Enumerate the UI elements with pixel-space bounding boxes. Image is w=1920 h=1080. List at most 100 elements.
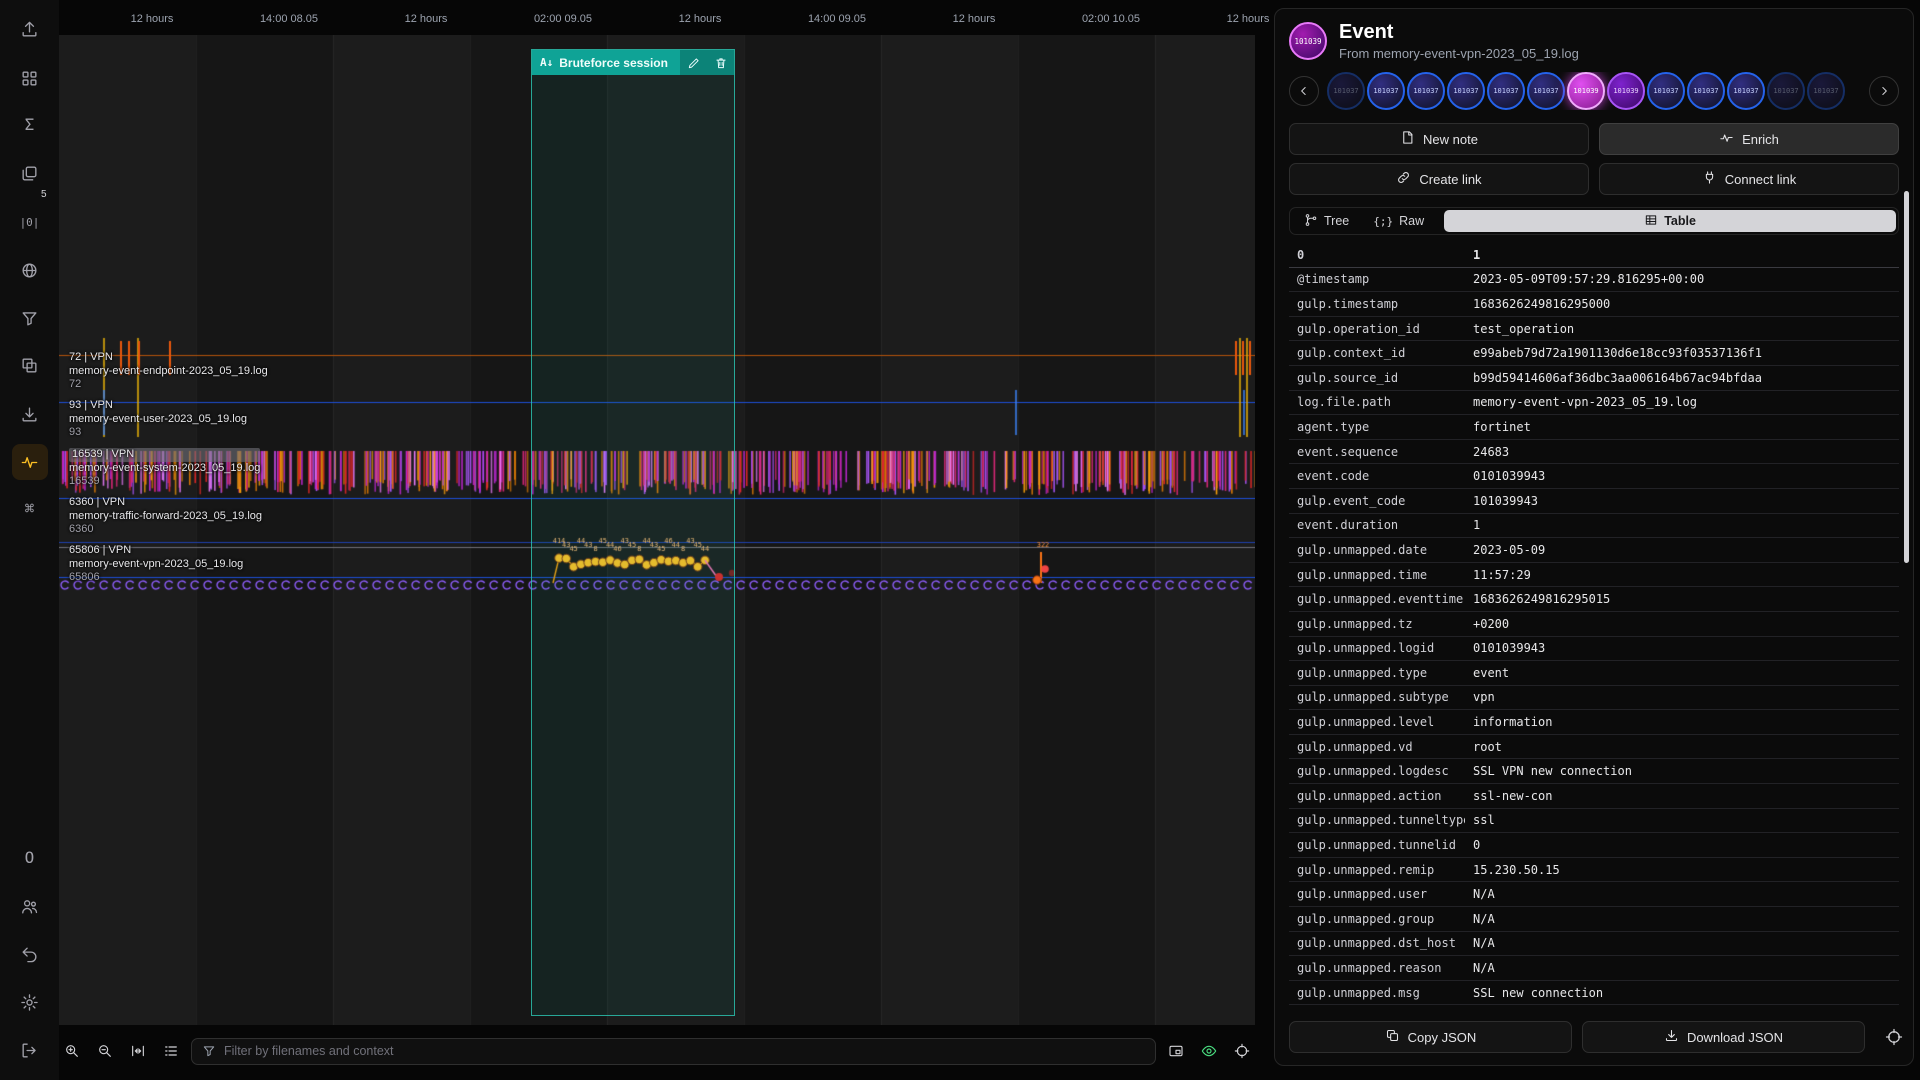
kv-row[interactable]: gulp.unmapped.subtypevpn (1289, 686, 1899, 711)
logout-icon[interactable] (12, 1032, 48, 1068)
kv-row[interactable]: gulp.unmapped.reasonN/A (1289, 956, 1899, 981)
kv-row[interactable]: gulp.unmapped.typeevent (1289, 661, 1899, 686)
annotation-edit-button[interactable] (680, 50, 707, 75)
upload-icon[interactable] (12, 11, 48, 47)
kv-row[interactable]: gulp.unmapped.logdescSSL VPN new connect… (1289, 759, 1899, 784)
kv-row[interactable]: gulp.unmapped.msgSSL new connection (1289, 981, 1899, 1006)
zero-brackets-icon[interactable]: |0| (12, 204, 48, 240)
carousel-prev-button[interactable] (1289, 76, 1319, 106)
kv-row[interactable]: event.sequence24683 (1289, 440, 1899, 465)
kv-row[interactable]: gulp.unmapped.date2023-05-09 (1289, 538, 1899, 563)
filter-funnel-icon[interactable] (12, 300, 48, 336)
source-row-label[interactable]: 6360 | VPNmemory-traffic-forward-2023_05… (69, 496, 262, 537)
carousel-avatars: 1010371010371010371010371010371010371010… (1327, 72, 1861, 110)
fit-range-icon[interactable] (125, 1038, 151, 1064)
kv-row[interactable]: gulp.unmapped.actionssl-new-con (1289, 784, 1899, 809)
locate-icon[interactable] (1229, 1038, 1255, 1064)
zoom-out-icon[interactable] (92, 1038, 118, 1064)
event-avatar: 101039 (1289, 22, 1327, 60)
source-row-label[interactable]: 16539 | VPNmemory-event-system-2023_05_1… (69, 448, 260, 489)
source-row-label[interactable]: 93 | VPNmemory-event-user-2023_05_19.log… (69, 399, 247, 440)
tab-tree[interactable]: Tree (1292, 210, 1361, 232)
filter-input[interactable] (224, 1044, 1145, 1058)
kv-row[interactable]: gulp.event_code101039943 (1289, 489, 1899, 514)
carousel-next-button[interactable] (1869, 76, 1899, 106)
locate-event-button[interactable] (1885, 1024, 1903, 1050)
note-icon (1400, 130, 1415, 148)
axis-label: 02:00 10.05 (1082, 13, 1140, 25)
tab-raw[interactable]: {;} Raw (1361, 210, 1436, 232)
undo-icon[interactable] (12, 936, 48, 972)
download-json-button[interactable]: Download JSON (1582, 1021, 1865, 1053)
axis-label: 12 hours (679, 13, 722, 25)
create-link-button[interactable]: Create link (1289, 163, 1589, 195)
kv-row[interactable]: gulp.operation_idtest_operation (1289, 317, 1899, 342)
carousel-avatar[interactable]: 101039 (1567, 72, 1605, 110)
carousel-avatar[interactable]: 101037 (1487, 72, 1525, 110)
overlap-rectangles-icon[interactable] (12, 347, 48, 383)
kv-row[interactable]: gulp.unmapped.time11:57:29 (1289, 563, 1899, 588)
kv-row[interactable]: gulp.unmapped.dst_hostN/A (1289, 932, 1899, 957)
enrich-button[interactable]: Enrich (1599, 123, 1899, 155)
axis-label: 12 hours (953, 13, 996, 25)
kv-row[interactable]: event.duration1 (1289, 514, 1899, 539)
carousel-avatar[interactable]: 101037 (1647, 72, 1685, 110)
carousel-avatar[interactable]: 101037 (1687, 72, 1725, 110)
kv-row[interactable]: gulp.context_ide99abeb79d72a1901130d6e18… (1289, 341, 1899, 366)
kv-row[interactable]: gulp.unmapped.userN/A (1289, 882, 1899, 907)
command-icon[interactable]: ⌘ (12, 491, 48, 527)
link-icon (1396, 170, 1411, 188)
letter-o-icon[interactable]: O (12, 840, 48, 876)
carousel-avatar[interactable]: 101039 (1607, 72, 1645, 110)
tab-table[interactable]: Table (1444, 210, 1896, 232)
collections-icon[interactable]: 5 (12, 155, 48, 191)
kv-row[interactable]: gulp.unmapped.vdroot (1289, 735, 1899, 760)
new-note-button[interactable]: New note (1289, 123, 1589, 155)
kv-row[interactable]: @timestamp2023-05-09T09:57:29.816295+00:… (1289, 268, 1899, 293)
carousel-avatar[interactable]: 101037 (1407, 72, 1445, 110)
capture-icon[interactable] (1163, 1038, 1189, 1064)
kv-row[interactable]: event.code0101039943 (1289, 464, 1899, 489)
carousel-avatar[interactable]: 101037 (1367, 72, 1405, 110)
kv-row[interactable]: gulp.unmapped.remip15.230.50.15 (1289, 858, 1899, 883)
kv-row[interactable]: gulp.unmapped.tunnelid0 (1289, 833, 1899, 858)
source-row-label[interactable]: 65806 | VPNmemory-event-vpn-2023_05_19.l… (69, 544, 243, 585)
carousel-avatar[interactable]: 101037 (1767, 72, 1805, 110)
kv-row[interactable]: gulp.source_idb99d59414606af36dbc3aa0061… (1289, 366, 1899, 391)
event-title: Event (1339, 21, 1579, 44)
kv-row[interactable]: log.file.pathmemory-event-vpn-2023_05_19… (1289, 391, 1899, 416)
carousel-avatar[interactable]: 101037 (1327, 72, 1365, 110)
annotation-delete-button[interactable] (707, 50, 734, 75)
carousel-avatar[interactable]: 101037 (1727, 72, 1765, 110)
activity-timeline-icon[interactable] (12, 444, 48, 480)
source-row-label[interactable]: 72 | VPNmemory-event-endpoint-2023_05_19… (69, 351, 268, 392)
annotation-sort-icon: A↓ (540, 57, 553, 68)
apps-grid-icon[interactable] (12, 60, 48, 96)
panel-scrollbar[interactable] (1904, 191, 1909, 563)
kv-row[interactable]: gulp.unmapped.groupN/A (1289, 907, 1899, 932)
sigma-icon[interactable]: Σ (12, 107, 48, 143)
users-icon[interactable] (12, 888, 48, 924)
connect-link-button[interactable]: Connect link (1599, 163, 1899, 195)
kv-row[interactable]: agent.typefortinet (1289, 415, 1899, 440)
gulp-app: Σ 5 |0| ⌘ O 12 hours14:00 08.0512 hours0… (0, 0, 1920, 1080)
globe-icon[interactable] (12, 252, 48, 288)
kv-row[interactable]: gulp.unmapped.logid0101039943 (1289, 637, 1899, 662)
settings-gear-icon[interactable] (12, 984, 48, 1020)
kv-row[interactable]: gulp.unmapped.tunneltypessl (1289, 809, 1899, 834)
zoom-in-icon[interactable] (59, 1038, 85, 1064)
import-download-icon[interactable] (12, 396, 48, 432)
legend-list-icon[interactable] (158, 1038, 184, 1064)
kv-row[interactable]: gulp.timestamp1683626249816295000 (1289, 292, 1899, 317)
copy-json-button[interactable]: Copy JSON (1289, 1021, 1572, 1053)
kv-row[interactable]: gulp.unmapped.levelinformation (1289, 710, 1899, 735)
annotation-bruteforce-session[interactable]: A↓ Bruteforce session (531, 49, 735, 1016)
carousel-avatar[interactable]: 101037 (1447, 72, 1485, 110)
kv-row[interactable]: gulp.unmapped.tz+0200 (1289, 612, 1899, 637)
copy-icon (1385, 1028, 1400, 1046)
axis-label: 12 hours (1227, 13, 1270, 25)
carousel-avatar[interactable]: 101037 (1527, 72, 1565, 110)
carousel-avatar[interactable]: 101037 (1807, 72, 1845, 110)
kv-row[interactable]: gulp.unmapped.eventtime16836262498162950… (1289, 587, 1899, 612)
visibility-eye-icon[interactable] (1196, 1038, 1222, 1064)
